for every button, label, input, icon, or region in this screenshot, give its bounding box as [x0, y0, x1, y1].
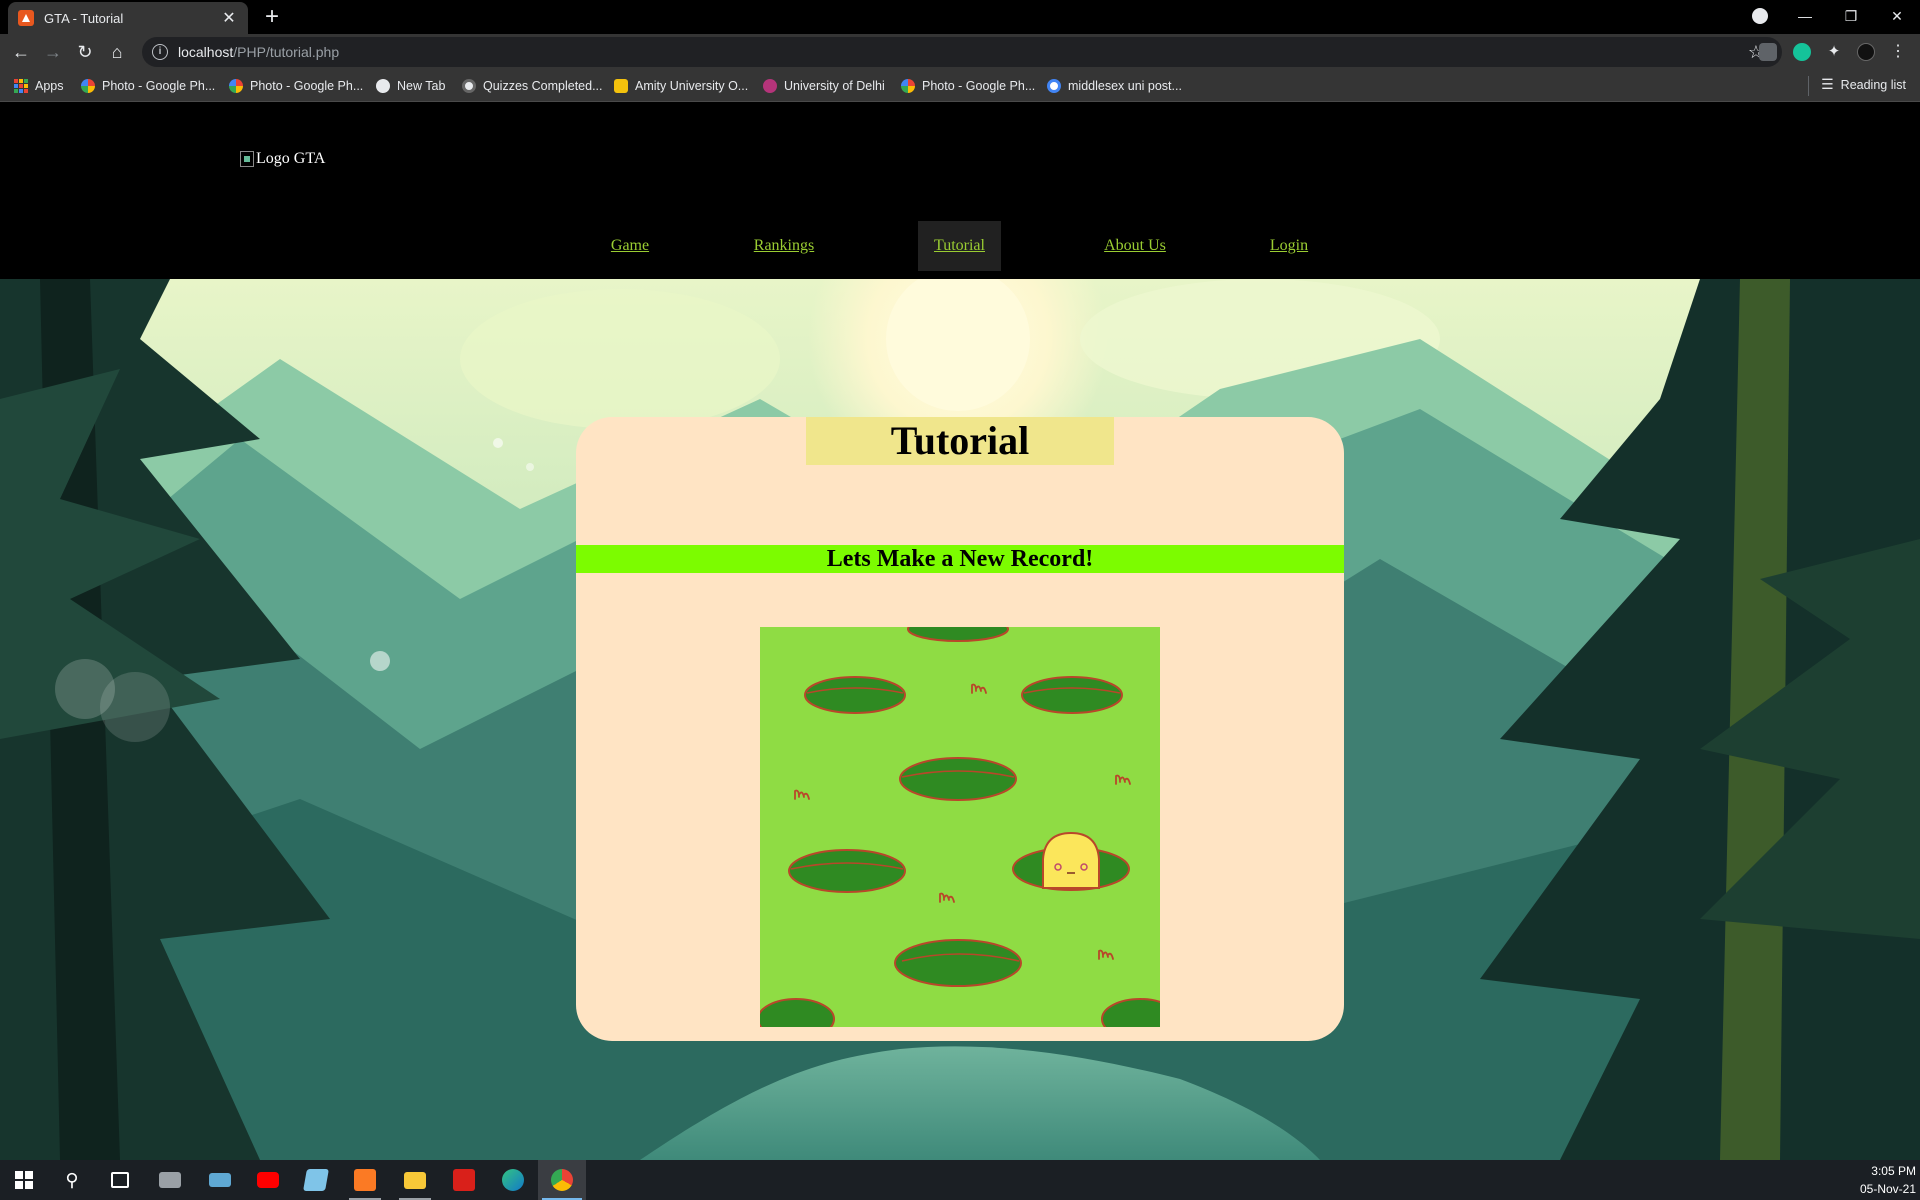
restore-icon[interactable]: ❐: [1828, 0, 1874, 32]
browser-tab[interactable]: GTA - Tutorial ✕: [8, 2, 248, 34]
page-viewport: Logo GTA Game Rankings Tutorial About Us…: [0, 103, 1920, 1160]
du-icon: [763, 79, 777, 93]
globe-icon: [376, 79, 390, 93]
close-window-icon[interactable]: ✕: [1874, 0, 1920, 32]
profile-avatar-icon[interactable]: [1857, 43, 1875, 61]
bookmark-item[interactable]: Photo - Google Ph...: [229, 76, 363, 96]
bookmark-item[interactable]: New Tab: [376, 76, 445, 96]
bookmark-item[interactable]: University of Delhi: [763, 76, 885, 96]
main-navigation: Game Rankings Tutorial About Us Login: [0, 221, 1920, 271]
notepad-icon[interactable]: [292, 1160, 340, 1200]
task-view-icon[interactable]: [96, 1160, 144, 1200]
google-photos-icon: [229, 79, 243, 93]
minimize-icon[interactable]: —: [1782, 0, 1828, 32]
bookmark-label: Photo - Google Ph...: [102, 79, 216, 93]
grammarly-icon[interactable]: [1793, 43, 1811, 61]
hole[interactable]: [804, 676, 906, 714]
hole[interactable]: [788, 849, 906, 893]
site-header: Logo GTA Game Rankings Tutorial About Us…: [0, 103, 1920, 279]
bookmark-item[interactable]: Photo - Google Ph...: [81, 76, 215, 96]
bookmark-label: University of Delhi: [784, 79, 885, 93]
forward-icon[interactable]: →: [41, 40, 65, 64]
home-icon[interactable]: ⌂: [105, 40, 129, 64]
bookmark-item[interactable]: Amity University O...: [614, 76, 748, 96]
reading-list-button[interactable]: ☰ Reading list: [1821, 76, 1906, 93]
nav-link-about-us[interactable]: About Us: [1092, 221, 1178, 271]
bookmark-label: New Tab: [397, 79, 446, 93]
clock-date: 05-Nov-21: [1859, 1182, 1916, 1196]
tutorial-card: Tutorial Lets Make a New Record!: [576, 417, 1344, 1041]
divider: [1808, 76, 1809, 96]
windows-taskbar: ⚲ 3:05 PM 05-Nov-21: [0, 1160, 1920, 1200]
record-banner: Lets Make a New Record!: [576, 545, 1344, 573]
system-clock[interactable]: 3:05 PM 05-Nov-21: [1860, 1162, 1916, 1198]
reload-icon[interactable]: ↻: [73, 40, 97, 64]
nav-link-login[interactable]: Login: [1256, 221, 1322, 271]
reading-list-label: Reading list: [1840, 77, 1906, 92]
reading-list-icon: ☰: [1821, 76, 1834, 92]
bookmark-item[interactable]: middlesex uni post...: [1047, 76, 1182, 96]
new-tab-button[interactable]: +: [258, 4, 286, 32]
bookmark-label: Quizzes Completed...: [483, 79, 603, 93]
url-host: localhost: [178, 44, 234, 60]
hole[interactable]: [899, 757, 1017, 801]
file-explorer-icon[interactable]: [391, 1160, 439, 1200]
browser-menu-icon[interactable]: ⋮: [1889, 43, 1907, 61]
bookmark-apps[interactable]: Apps: [14, 76, 64, 96]
extension-k-icon[interactable]: [1759, 43, 1777, 61]
page-title: Tutorial: [806, 417, 1114, 465]
acrobat-icon[interactable]: [440, 1160, 488, 1200]
edge-icon[interactable]: [489, 1160, 537, 1200]
clock-time: 3:05 PM: [1871, 1164, 1916, 1178]
tab-strip: GTA - Tutorial ✕ + — ❐ ✕: [0, 0, 1920, 34]
search-icon[interactable]: ⚲: [48, 1160, 96, 1200]
nav-link-tutorial[interactable]: Tutorial: [918, 221, 1001, 271]
url-path: /PHP/tutorial.php: [233, 44, 340, 60]
bookmark-label: Apps: [35, 79, 64, 93]
hole[interactable]: [1021, 676, 1123, 714]
bookmark-label: Photo - Google Ph...: [922, 79, 1036, 93]
start-icon[interactable]: [0, 1160, 48, 1200]
media-control-icon[interactable]: [1752, 8, 1768, 24]
chrome-icon[interactable]: [538, 1160, 586, 1200]
url-text: localhost/PHP/tutorial.php: [178, 44, 339, 60]
laptop-icon[interactable]: [196, 1160, 244, 1200]
close-tab-icon[interactable]: ✕: [220, 8, 238, 28]
broken-image-icon: [240, 151, 254, 167]
site-logo[interactable]: Logo GTA: [240, 150, 325, 168]
bookmark-item[interactable]: Photo - Google Ph...: [901, 76, 1035, 96]
hole[interactable]: [894, 939, 1022, 987]
whack-a-mole-game-board[interactable]: [760, 627, 1160, 1027]
nav-link-rankings[interactable]: Rankings: [734, 221, 834, 271]
address-bar[interactable]: i localhost/PHP/tutorial.php ☆: [142, 37, 1782, 67]
bookmarks-bar: Apps Photo - Google Ph... Photo - Google…: [0, 70, 1920, 102]
amity-icon: [614, 79, 628, 93]
bookmark-label: Amity University O...: [635, 79, 749, 93]
camera-icon[interactable]: [146, 1160, 194, 1200]
google-photos-icon: [81, 79, 95, 93]
youtube-icon[interactable]: [244, 1160, 292, 1200]
bookmark-label: Photo - Google Ph...: [250, 79, 364, 93]
tab-title: GTA - Tutorial: [44, 10, 124, 26]
bookmark-label: middlesex uni post...: [1068, 79, 1182, 93]
google-icon: [1047, 79, 1061, 93]
logo-alt-text: Logo GTA: [256, 150, 326, 167]
apps-grid-icon: [14, 79, 28, 93]
mole-character[interactable]: [1042, 831, 1100, 889]
browser-toolbar: ← → ↻ ⌂ i localhost/PHP/tutorial.php ☆ ✦…: [0, 34, 1920, 70]
gta-favicon-icon: [18, 10, 34, 26]
quiz-icon: [462, 79, 476, 93]
google-photos-icon: [901, 79, 915, 93]
nav-link-game[interactable]: Game: [588, 221, 672, 271]
site-info-icon[interactable]: i: [152, 44, 168, 60]
bookmark-item[interactable]: Quizzes Completed...: [462, 76, 603, 96]
back-icon[interactable]: ←: [9, 40, 33, 64]
extensions-puzzle-icon[interactable]: ✦: [1825, 43, 1843, 61]
xampp-icon[interactable]: [341, 1160, 389, 1200]
